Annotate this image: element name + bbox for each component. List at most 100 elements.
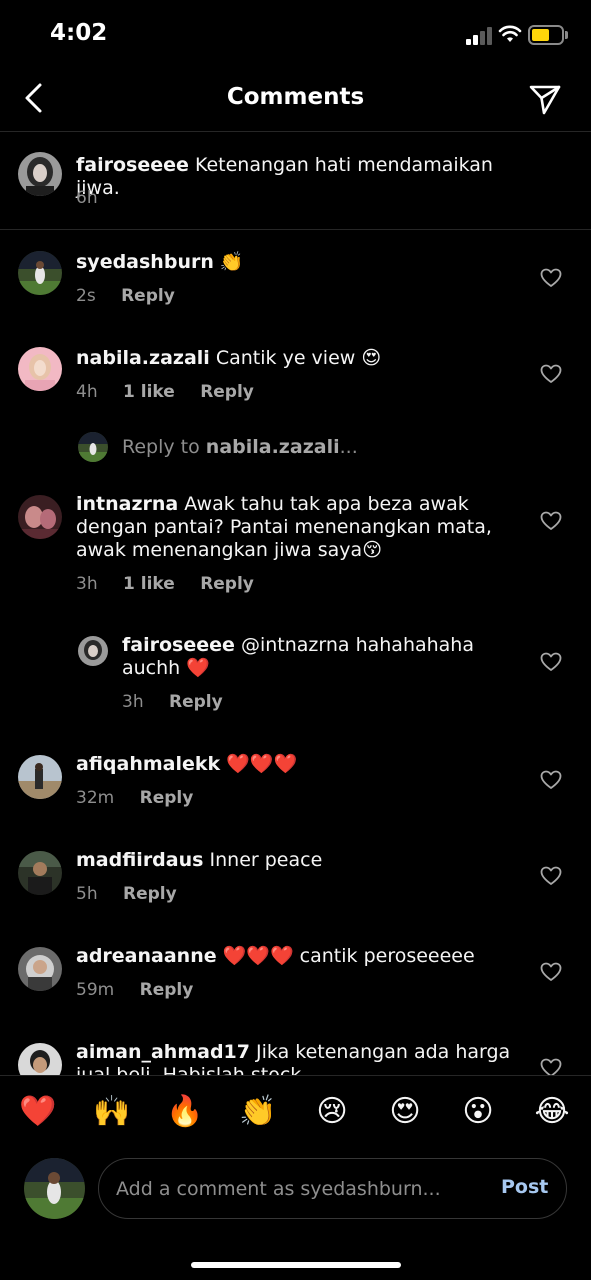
comment-meta: 32m Reply xyxy=(76,788,213,808)
reply-button[interactable]: Reply xyxy=(140,788,194,808)
avatar[interactable] xyxy=(18,251,62,295)
heart-outline-icon[interactable] xyxy=(540,770,562,790)
comment-meta: 59m Reply xyxy=(76,980,213,1000)
comment-time: 3h xyxy=(122,692,144,712)
heart-outline-icon[interactable] xyxy=(540,364,562,384)
comment-time: 3h xyxy=(76,574,98,594)
emoji-quick-bar: ❤️ 🙌 🔥 👏 😢 😍 😮 😂 xyxy=(0,1075,591,1151)
comment-row: afiqahmalekk ❤️❤️❤️ 32m Reply xyxy=(0,732,591,828)
reply-to-username: nabila.zazali xyxy=(205,436,340,458)
reply-to-prompt[interactable]: Reply to nabila.zazali... xyxy=(0,430,591,466)
comment-meta: 3h 1 like Reply xyxy=(76,574,274,594)
comment-username[interactable]: fairoseeee xyxy=(122,634,235,656)
comment-time: 32m xyxy=(76,788,115,808)
reply-button[interactable]: Reply xyxy=(140,980,194,1000)
comment-composer: Post xyxy=(0,1151,591,1231)
status-time: 4:02 xyxy=(50,20,108,46)
post-button[interactable]: Post xyxy=(501,1176,548,1198)
comment-username[interactable]: intnazrna xyxy=(76,493,178,515)
reply-button[interactable]: Reply xyxy=(123,884,177,904)
battery-icon xyxy=(528,25,564,45)
page-title: Comments xyxy=(226,84,365,110)
reply-button[interactable]: Reply xyxy=(169,692,223,712)
battery-tip xyxy=(565,31,568,39)
comment-row: aiman_ahmad17 Jika ketenangan ada harga … xyxy=(0,1020,591,1087)
emoji-heart-button[interactable]: ❤️ xyxy=(18,1092,58,1132)
comment-time: 59m xyxy=(76,980,115,1000)
reply-button[interactable]: Reply xyxy=(200,382,254,402)
wifi-icon xyxy=(498,25,522,42)
reply-button[interactable]: Reply xyxy=(200,574,254,594)
caption-time: 6h xyxy=(76,188,98,208)
reply-button[interactable]: Reply xyxy=(121,286,175,306)
heart-outline-icon[interactable] xyxy=(540,962,562,982)
comment-username[interactable]: nabila.zazali xyxy=(76,347,210,369)
comment-username[interactable]: aiman_ahmad17 xyxy=(76,1041,250,1063)
comment-username[interactable]: syedashburn xyxy=(76,251,214,273)
comment-input-box: Post xyxy=(98,1158,567,1219)
comment-username[interactable]: afiqahmalekk xyxy=(76,753,220,775)
comment-username[interactable]: madfiirdaus xyxy=(76,849,203,871)
caption-username[interactable]: fairoseeee xyxy=(76,154,189,176)
comment-body: 👏 xyxy=(219,251,244,273)
comment-text: madfiirdaus Inner peace xyxy=(76,849,516,872)
post-caption: fairoseeee Ketenangan hati mendamaikan j… xyxy=(0,132,591,230)
heart-outline-icon[interactable] xyxy=(540,652,562,672)
home-indicator xyxy=(191,1262,401,1268)
comment-time: 4h xyxy=(76,382,98,402)
likes-count[interactable]: 1 like xyxy=(123,574,175,594)
comment-row: nabila.zazali Cantik ye view 😍 4h 1 like… xyxy=(0,326,591,426)
comment-text: intnazrna Awak tahu tak apa beza awak de… xyxy=(76,493,516,562)
avatar xyxy=(78,432,108,462)
avatar[interactable] xyxy=(18,347,62,391)
heart-outline-icon[interactable] xyxy=(540,268,562,288)
emoji-clap-button[interactable]: 👏 xyxy=(238,1092,278,1132)
avatar[interactable] xyxy=(18,152,62,196)
avatar[interactable] xyxy=(78,636,108,666)
emoji-heart-eyes-button[interactable]: 😍 xyxy=(385,1092,425,1132)
avatar[interactable] xyxy=(18,755,62,799)
emoji-laughing-button[interactable]: 😂 xyxy=(532,1092,572,1132)
caption-meta: 6h xyxy=(76,188,118,208)
comment-text: nabila.zazali Cantik ye view 😍 xyxy=(76,347,516,370)
likes-count[interactable]: 1 like xyxy=(123,382,175,402)
comment-body: ❤️❤️❤️ cantik peroseeeee xyxy=(222,945,475,967)
comment-body: ❤️❤️❤️ xyxy=(226,753,298,775)
comment-row: syedashburn 👏 2s Reply xyxy=(0,230,591,330)
comment-row: intnazrna Awak tahu tak apa beza awak de… xyxy=(0,470,591,610)
status-bar: 4:02 xyxy=(0,0,591,70)
comment-body: Inner peace xyxy=(209,849,323,871)
comment-meta: 2s Reply xyxy=(76,286,195,306)
comment-text: syedashburn 👏 xyxy=(76,251,516,274)
emoji-raised-hands-button[interactable]: 🙌 xyxy=(92,1092,132,1132)
comment-row: madfiirdaus Inner peace 5h Reply xyxy=(0,828,591,924)
emoji-crying-button[interactable]: 😢 xyxy=(312,1092,352,1132)
avatar[interactable] xyxy=(18,495,62,539)
caption-text: fairoseeee Ketenangan hati mendamaikan j… xyxy=(76,154,516,200)
reply-to-text[interactable]: Reply to nabila.zazali... xyxy=(122,436,358,458)
reply-to-prefix: Reply to xyxy=(122,436,200,458)
avatar[interactable] xyxy=(18,851,62,895)
comment-text: adreanaanne ❤️❤️❤️ cantik peroseeeee xyxy=(76,945,516,968)
cellular-signal-icon xyxy=(466,27,494,45)
comment-time: 5h xyxy=(76,884,98,904)
comment-username[interactable]: adreanaanne xyxy=(76,945,217,967)
direct-message-icon[interactable] xyxy=(527,81,563,117)
reply-row: fairoseeee @intnazrna hahahahaha auchh ❤… xyxy=(0,612,591,730)
heart-outline-icon[interactable] xyxy=(540,511,562,531)
comment-text: afiqahmalekk ❤️❤️❤️ xyxy=(76,753,516,776)
emoji-fire-button[interactable]: 🔥 xyxy=(165,1092,205,1132)
comment-text: fairoseeee @intnazrna hahahahaha auchh ❤… xyxy=(122,634,522,680)
comment-meta: 4h 1 like Reply xyxy=(76,382,274,402)
comment-row: adreanaanne ❤️❤️❤️ cantik peroseeeee 59m… xyxy=(0,924,591,1020)
avatar[interactable] xyxy=(18,947,62,991)
comments-header: Comments xyxy=(0,70,591,132)
heart-outline-icon[interactable] xyxy=(540,866,562,886)
comment-time: 2s xyxy=(76,286,96,306)
avatar xyxy=(24,1158,85,1219)
comment-body: Cantik ye view 😍 xyxy=(215,347,382,369)
emoji-surprised-button[interactable]: 😮 xyxy=(458,1092,498,1132)
comment-input[interactable] xyxy=(116,1159,486,1218)
comment-meta: 3h Reply xyxy=(122,692,243,712)
reply-to-ellipsis: ... xyxy=(339,436,358,458)
